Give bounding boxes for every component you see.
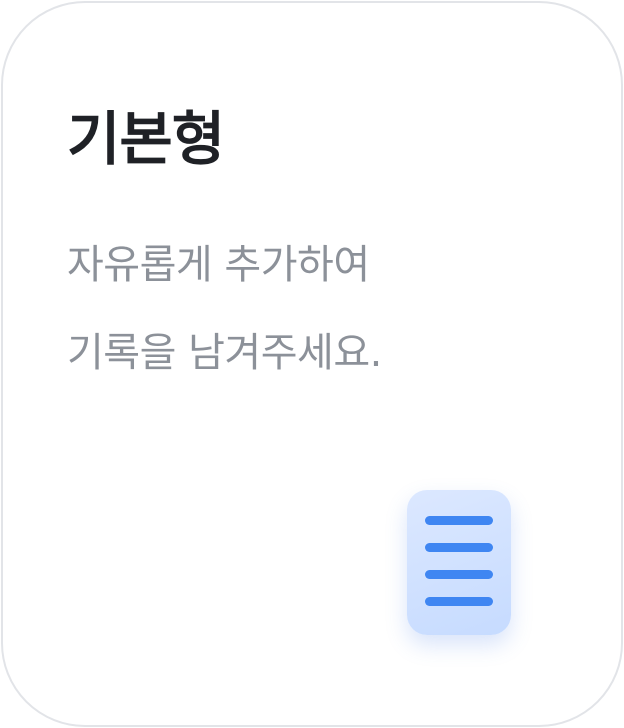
document-line: [425, 516, 493, 525]
card-description-line-2: 기록을 남겨주세요.: [67, 330, 382, 376]
document-line: [425, 570, 493, 579]
document-line: [425, 543, 493, 552]
card-description-line-1: 자유롭게 추가하여: [67, 242, 370, 288]
document-line: [425, 597, 493, 606]
document-lines-icon: [407, 490, 511, 635]
card-title: 기본형: [67, 105, 225, 173]
basic-template-card[interactable]: 기본형 자유롭게 추가하여 기록을 남겨주세요.: [1, 1, 623, 727]
